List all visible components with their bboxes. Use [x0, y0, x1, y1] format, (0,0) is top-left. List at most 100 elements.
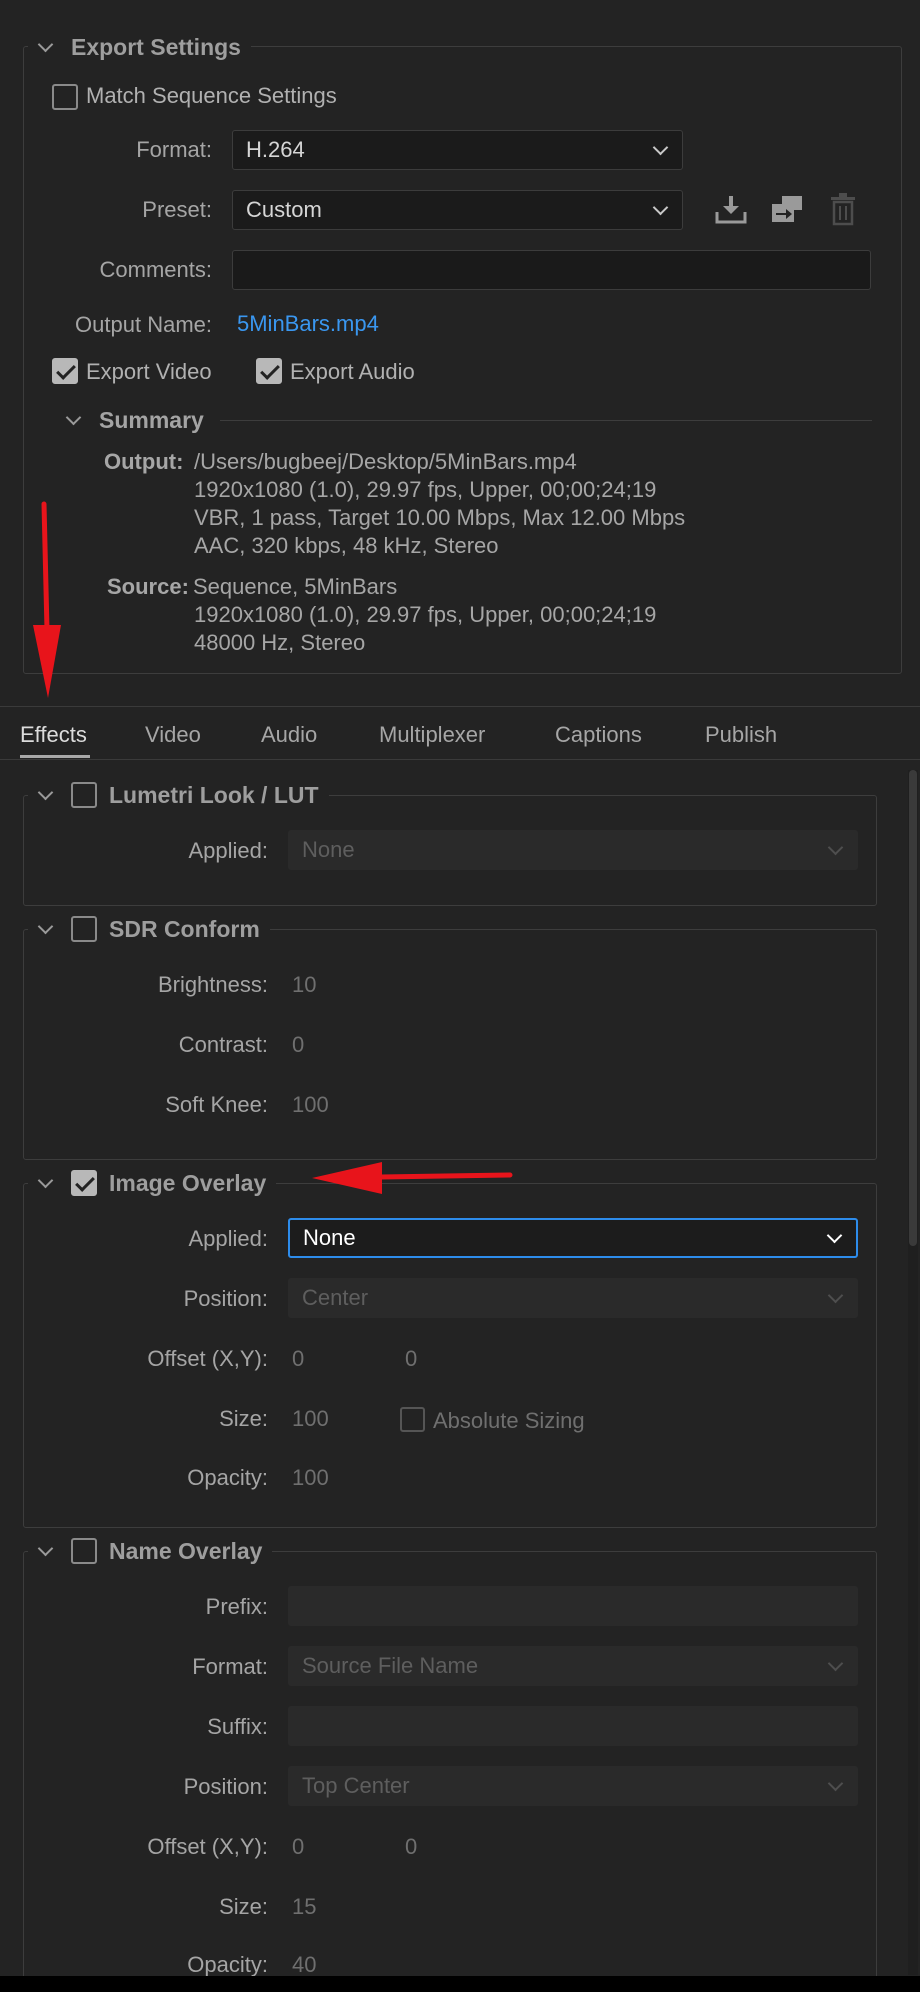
contrast-value[interactable]: 0 [292, 1032, 304, 1058]
tab-captions[interactable]: Captions [555, 722, 642, 748]
scrollbar-track[interactable] [908, 770, 918, 1975]
brightness-value[interactable]: 10 [292, 972, 316, 998]
absolute-sizing-label[interactable]: Absolute Sizing [433, 1408, 585, 1434]
image-overlay-opacity-value[interactable]: 100 [292, 1465, 329, 1491]
name-overlay-offset-x[interactable]: 0 [292, 1834, 304, 1860]
summary-header[interactable]: Summary [62, 407, 204, 434]
name-overlay-suffix-label: Suffix: [207, 1714, 268, 1739]
export-audio-checkbox[interactable] [256, 358, 282, 384]
name-overlay-prefix-input[interactable] [288, 1586, 858, 1626]
image-overlay-position-label: Position: [183, 1286, 268, 1311]
summary-output-line: AAC, 320 kbps, 48 kHz, Stereo [194, 533, 499, 558]
chevron-down-icon[interactable] [37, 784, 54, 800]
chevron-down-icon [827, 1655, 844, 1672]
name-overlay-format-value: Source File Name [302, 1653, 479, 1678]
image-overlay-offset-x[interactable]: 0 [292, 1346, 304, 1372]
window-bottom-edge [0, 1976, 920, 1992]
image-overlay-position-select[interactable]: Center [288, 1278, 858, 1318]
export-video-checkbox[interactable] [52, 358, 78, 384]
save-preset-icon[interactable] [714, 194, 748, 226]
name-overlay-checkbox[interactable] [71, 1538, 97, 1564]
image-overlay-title: Image Overlay [109, 1169, 267, 1196]
tab-effects[interactable]: Effects [20, 722, 87, 748]
tab-audio[interactable]: Audio [261, 722, 317, 748]
preset-select[interactable]: Custom [232, 190, 683, 230]
tab-bar-top-divider [0, 706, 920, 707]
name-overlay-opacity-label: Opacity: [187, 1952, 268, 1977]
lumetri-applied-label: Applied: [188, 838, 268, 863]
summary-output-line: VBR, 1 pass, Target 10.00 Mbps, Max 12.0… [194, 505, 686, 530]
contrast-label: Contrast: [178, 1032, 268, 1057]
delete-preset-icon[interactable] [829, 192, 857, 226]
comments-input[interactable] [232, 250, 871, 290]
lumetri-header[interactable]: Lumetri Look / LUT [28, 780, 329, 810]
name-overlay-size-label: Size: [219, 1894, 268, 1919]
name-overlay-opacity-value[interactable]: 40 [292, 1952, 316, 1978]
chevron-down-icon [652, 139, 669, 156]
name-overlay-suffix-input[interactable] [288, 1706, 858, 1746]
name-overlay-format-select[interactable]: Source File Name [288, 1646, 858, 1686]
import-preset-icon[interactable] [770, 194, 804, 226]
image-overlay-header[interactable]: Image Overlay [28, 1168, 277, 1198]
export-video-label[interactable]: Export Video [86, 359, 212, 385]
chevron-down-icon [827, 839, 844, 856]
chevron-down-icon[interactable] [65, 409, 82, 426]
image-overlay-offset-label: Offset (X,Y): [147, 1346, 268, 1371]
format-select[interactable]: H.264 [232, 130, 683, 170]
export-audio-label[interactable]: Export Audio [290, 359, 415, 385]
match-sequence-checkbox[interactable] [52, 84, 78, 110]
chevron-down-icon [827, 1775, 844, 1792]
export-settings-title: Export Settings [71, 33, 241, 60]
lumetri-applied-select[interactable]: None [288, 830, 858, 870]
name-overlay-header[interactable]: Name Overlay [28, 1536, 273, 1566]
format-value: H.264 [246, 137, 305, 162]
absolute-sizing-checkbox[interactable] [400, 1407, 425, 1432]
sdr-header[interactable]: SDR Conform [28, 914, 270, 944]
name-overlay-offset-y[interactable]: 0 [405, 1834, 417, 1860]
chevron-down-icon[interactable] [37, 36, 54, 52]
summary-divider [220, 420, 872, 421]
summary-source-line: Sequence, 5MinBars [193, 574, 398, 599]
chevron-down-icon[interactable] [37, 1540, 54, 1556]
summary-source-line: 1920x1080 (1.0), 29.97 fps, Upper, 00;00… [194, 602, 657, 627]
summary-source-line: 48000 Hz, Stereo [194, 630, 366, 655]
image-overlay-opacity-label: Opacity: [187, 1465, 268, 1490]
chevron-down-icon[interactable] [37, 918, 54, 934]
name-overlay-format-label: Format: [192, 1654, 268, 1679]
name-overlay-size-value[interactable]: 15 [292, 1894, 316, 1920]
tab-bar-bottom-divider [0, 759, 920, 760]
soft-knee-label: Soft Knee: [165, 1092, 268, 1117]
soft-knee-value[interactable]: 100 [292, 1092, 329, 1118]
lumetri-title: Lumetri Look / LUT [109, 781, 319, 808]
lumetri-applied-value: None [302, 837, 355, 862]
sdr-group [23, 929, 877, 1160]
summary-title: Summary [99, 407, 204, 433]
image-overlay-checkbox[interactable] [71, 1170, 97, 1196]
image-overlay-offset-y[interactable]: 0 [405, 1346, 417, 1372]
chevron-down-icon [652, 199, 669, 216]
scrollbar-thumb[interactable] [909, 770, 917, 1246]
chevron-down-icon[interactable] [37, 1172, 54, 1188]
image-overlay-applied-value: None [303, 1225, 356, 1250]
name-overlay-prefix-label: Prefix: [205, 1594, 268, 1619]
image-overlay-applied-select[interactable]: None [288, 1218, 858, 1258]
brightness-label: Brightness: [157, 972, 268, 997]
sdr-title: SDR Conform [109, 915, 260, 942]
name-overlay-offset-label: Offset (X,Y): [147, 1834, 268, 1859]
summary-source-key: Source: [107, 574, 189, 599]
match-sequence-label[interactable]: Match Sequence Settings [86, 83, 337, 109]
tab-publish[interactable]: Publish [705, 722, 777, 748]
sdr-checkbox[interactable] [71, 916, 97, 942]
summary-output-line: /Users/bugbeej/Desktop/5MinBars.mp4 [194, 449, 577, 474]
image-overlay-size-value[interactable]: 100 [292, 1406, 329, 1432]
tab-multiplexer[interactable]: Multiplexer [379, 722, 485, 748]
comments-label: Comments: [99, 257, 212, 282]
tab-video[interactable]: Video [145, 722, 201, 748]
image-overlay-applied-label: Applied: [188, 1226, 268, 1251]
preset-value: Custom [246, 197, 322, 222]
export-settings-header[interactable]: Export Settings [28, 32, 251, 62]
output-name-link[interactable]: 5MinBars.mp4 [237, 311, 379, 337]
image-overlay-size-label: Size: [219, 1406, 268, 1431]
lumetri-checkbox[interactable] [71, 782, 97, 808]
name-overlay-position-select[interactable]: Top Center [288, 1766, 858, 1806]
